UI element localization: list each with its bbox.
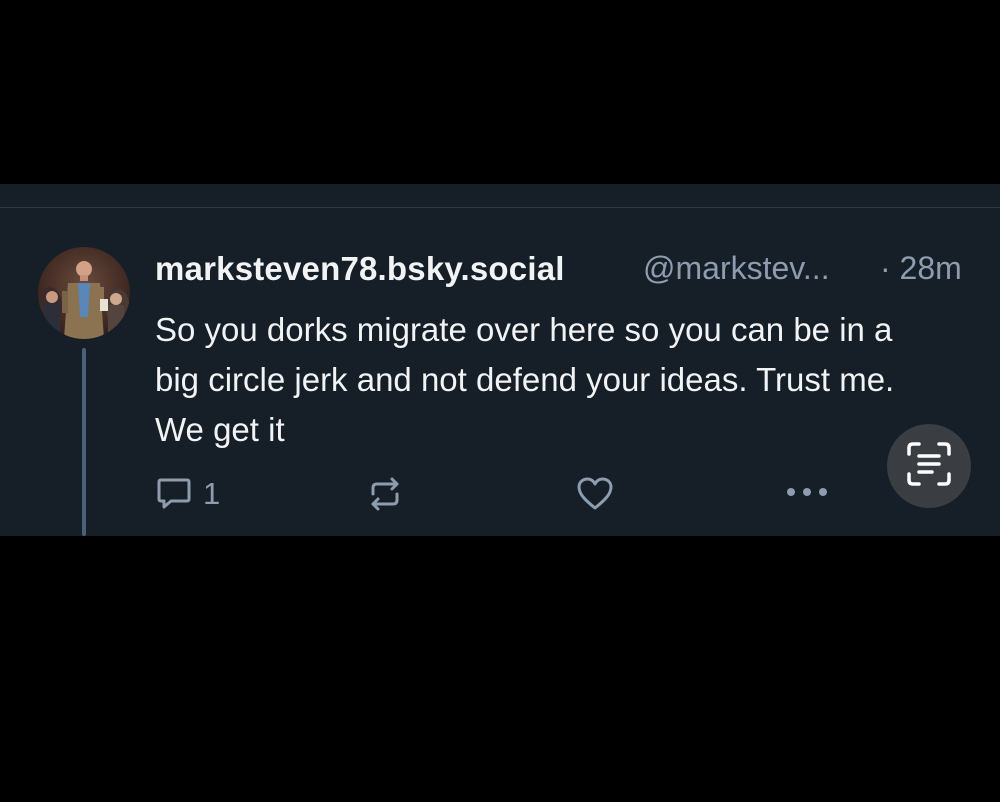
reply-count: 1	[203, 476, 221, 511]
repost-icon	[365, 477, 405, 518]
timestamp[interactable]: · 28m	[880, 250, 962, 287]
repost-button[interactable]	[365, 474, 405, 519]
bottom-letterbox	[0, 536, 1000, 802]
post-text: So you dorks migrate over here so you ca…	[155, 311, 895, 448]
text-scan-button[interactable]	[887, 424, 971, 508]
post-card[interactable]: marksteven78.bsky.social @markstev... · …	[0, 184, 1000, 536]
more-button[interactable]	[785, 484, 829, 505]
handle[interactable]: @markstev...	[643, 250, 830, 287]
post-header: marksteven78.bsky.social @markstev... · …	[155, 250, 985, 290]
display-name[interactable]: marksteven78.bsky.social	[155, 250, 565, 288]
thread-line	[82, 348, 86, 536]
like-icon	[575, 477, 615, 518]
divider	[0, 207, 1000, 208]
like-button[interactable]	[575, 474, 615, 519]
text-scan-icon	[905, 440, 953, 493]
top-letterbox	[0, 0, 1000, 184]
more-icon	[785, 487, 829, 504]
reply-icon	[155, 473, 193, 516]
reply-button[interactable]: 1	[155, 474, 220, 514]
avatar[interactable]	[38, 247, 130, 339]
